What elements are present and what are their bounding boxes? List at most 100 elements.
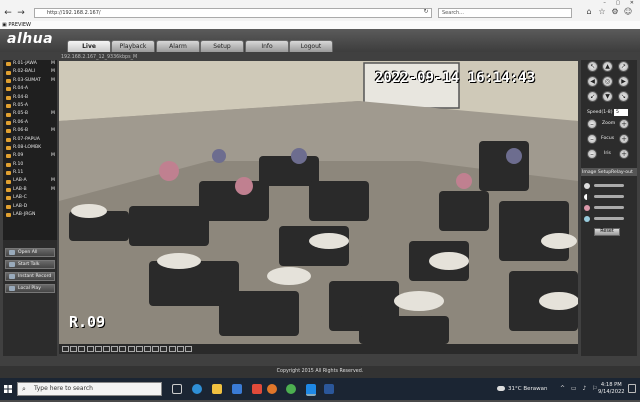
ptz-down-right-icon[interactable]: ↘ xyxy=(618,91,629,102)
channel-item[interactable]: LAB-JRGN xyxy=(3,211,57,219)
local-play-button[interactable]: Local Play xyxy=(5,284,55,293)
task-view-icon[interactable] xyxy=(172,384,182,394)
star-icon[interactable]: ☆ xyxy=(597,7,607,17)
iris-close-icon[interactable]: – xyxy=(587,149,597,159)
word-icon[interactable] xyxy=(324,384,334,394)
channel-item[interactable]: R.03-SUMAT M xyxy=(3,77,57,85)
ptz-center-icon[interactable]: ◎ xyxy=(602,76,613,87)
forward-arrow-icon[interactable]: → xyxy=(16,8,26,18)
iris-open-icon[interactable]: + xyxy=(619,149,629,159)
layout-grid-icon[interactable] xyxy=(62,346,69,352)
focus-near-icon[interactable]: – xyxy=(587,134,597,144)
windows-start-icon[interactable] xyxy=(0,378,16,400)
channel-item[interactable]: R.06-B M xyxy=(3,127,57,135)
gear-icon[interactable]: ⚙ xyxy=(610,7,620,17)
layout-grid-icon[interactable] xyxy=(94,346,102,352)
camera-icon xyxy=(6,188,11,193)
ptz-left-icon[interactable]: ◀ xyxy=(587,76,598,87)
layout-grid-icon[interactable] xyxy=(135,346,143,352)
refresh-icon[interactable]: ↻ xyxy=(421,7,431,17)
speed-select[interactable]: 5 xyxy=(614,109,628,116)
brightness-slider[interactable] xyxy=(594,184,624,187)
channel-item[interactable]: LAB-C xyxy=(3,194,57,202)
channel-item[interactable]: R.11 xyxy=(3,169,57,177)
tab-live[interactable]: Live xyxy=(67,40,111,52)
channel-item[interactable]: R.01-JAWA M xyxy=(3,60,57,68)
layout-grid-icon[interactable] xyxy=(176,346,184,352)
tab-alarm[interactable]: Alarm xyxy=(156,40,200,52)
layout-grid-icon[interactable] xyxy=(119,346,127,352)
channel-item[interactable]: R.07-PAPUA xyxy=(3,136,57,144)
firefox-icon[interactable] xyxy=(267,384,277,394)
layout-grid-icon[interactable] xyxy=(152,346,160,352)
window-controls[interactable]: – ▢ ✕ xyxy=(603,0,638,6)
channel-item[interactable]: R.05-A xyxy=(3,102,57,110)
image-setup-label[interactable]: Image Setup xyxy=(582,170,611,175)
channel-item[interactable]: R.06-A xyxy=(3,119,57,127)
edge-icon[interactable] xyxy=(192,384,202,394)
home-icon[interactable]: ⌂ xyxy=(584,7,594,17)
reset-button[interactable]: Reset xyxy=(594,228,620,236)
open-all-button[interactable]: Open All xyxy=(5,248,55,257)
tab-info[interactable]: Info xyxy=(245,40,289,52)
channel-label: R.02-BALI xyxy=(13,69,36,75)
channel-item[interactable]: LAB-B M xyxy=(3,186,57,194)
instant-record-button[interactable]: Instant Record xyxy=(5,272,55,281)
zoom-in-icon[interactable]: + xyxy=(619,119,629,129)
layout-grid-icon[interactable] xyxy=(103,346,110,352)
browser-search-input[interactable]: Search... xyxy=(438,8,572,18)
saturation-slider[interactable] xyxy=(594,206,624,209)
tab-logout[interactable]: Logout xyxy=(289,40,333,52)
browser-tab-preview[interactable]: ▣ PREVIEW xyxy=(0,21,31,29)
smiley-icon[interactable]: ☺ xyxy=(623,7,633,17)
channel-item[interactable]: R.09 M xyxy=(3,152,57,160)
ptz-right-icon[interactable]: ▶ xyxy=(618,76,629,87)
channel-label: LAB-D xyxy=(13,203,28,209)
ptz-up-right-icon[interactable]: ↗ xyxy=(618,61,629,72)
layout-grid-icon[interactable] xyxy=(127,346,135,352)
camera-icon xyxy=(6,78,11,83)
contrast-slider[interactable] xyxy=(594,195,624,198)
channel-item[interactable]: R.04-B xyxy=(3,94,57,102)
ptz-up-left-icon[interactable]: ↖ xyxy=(587,61,598,72)
layout-grid-icon[interactable] xyxy=(86,346,94,352)
channel-item[interactable]: R.05-B M xyxy=(3,110,57,118)
hue-slider[interactable] xyxy=(594,217,624,220)
back-arrow-icon[interactable]: ← xyxy=(3,8,13,18)
zoom-out-icon[interactable]: – xyxy=(587,119,597,129)
app-icon-red[interactable] xyxy=(252,384,262,394)
channel-item[interactable]: R.10 xyxy=(3,161,57,169)
layout-grid-icon[interactable] xyxy=(160,346,168,352)
file-explorer-icon[interactable] xyxy=(212,384,222,394)
ptz-up-icon[interactable]: ▲ xyxy=(602,61,613,72)
layout-grid-icon[interactable] xyxy=(168,346,176,352)
channel-item[interactable]: LAB-A M xyxy=(3,177,57,185)
channel-item[interactable]: R.02-BALI M xyxy=(3,68,57,76)
layout-grid-icon[interactable] xyxy=(70,346,78,352)
layout-grid-icon[interactable] xyxy=(111,346,119,352)
video-feed[interactable] xyxy=(59,61,578,344)
chrome-icon[interactable] xyxy=(286,384,296,394)
store-icon[interactable] xyxy=(232,384,242,394)
tray-icons[interactable]: ^ ▭ ♪ ⚐ xyxy=(560,385,600,392)
address-bar[interactable]: http://192.168.2.167/ xyxy=(34,8,432,18)
layout-grid-icon[interactable] xyxy=(144,346,151,352)
tab-playback[interactable]: Playback xyxy=(111,40,155,52)
internet-explorer-icon[interactable] xyxy=(306,384,316,396)
tab-setup[interactable]: Setup xyxy=(200,40,244,52)
taskbar-clock[interactable]: 4:18 PM 9/14/2022 xyxy=(598,382,625,396)
focus-far-icon[interactable]: + xyxy=(619,134,629,144)
channel-item[interactable]: R.04-A xyxy=(3,85,57,93)
channel-item[interactable]: R.08-LOMBK xyxy=(3,144,57,152)
layout-grid-icon[interactable] xyxy=(78,346,86,352)
notification-icon[interactable] xyxy=(628,384,636,393)
channel-item[interactable]: LAB-D xyxy=(3,203,57,211)
ptz-down-icon[interactable]: ▼ xyxy=(602,91,613,102)
relay-out-label[interactable]: Relay-out xyxy=(611,170,633,175)
layout-grid-icon[interactable] xyxy=(185,346,192,352)
channel-label: R.09 xyxy=(13,153,24,159)
start-talk-button[interactable]: Start Talk xyxy=(5,260,55,269)
taskbar-search-input[interactable]: ⌕ Type here to search xyxy=(17,382,162,396)
ptz-down-left-icon[interactable]: ↙ xyxy=(587,91,598,102)
weather-text[interactable]: 31°C Berawan xyxy=(508,386,547,392)
